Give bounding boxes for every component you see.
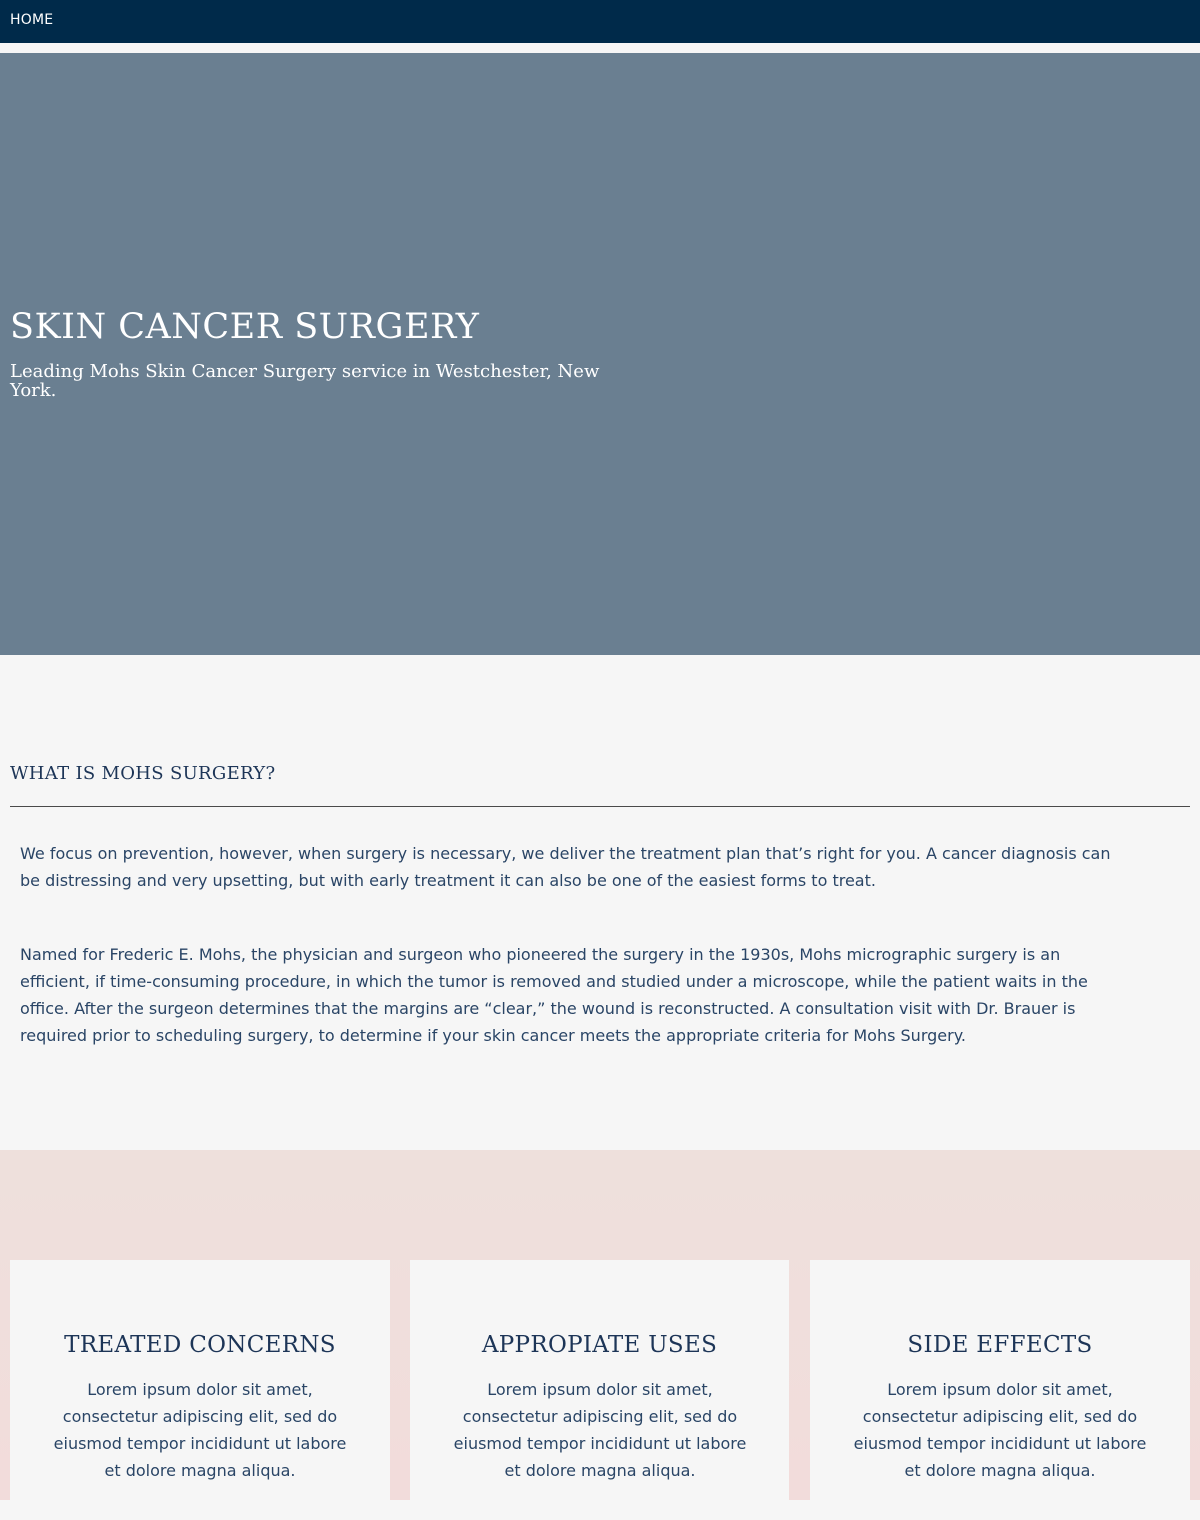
hero-banner: SKIN CANCER SURGERY Leading Mohs Skin Ca… xyxy=(0,53,1200,655)
card-side-effects: SIDE EFFECTS Lorem ipsum dolor sit amet,… xyxy=(810,1260,1190,1520)
card-title: APPROPIATE USES xyxy=(481,1332,718,1358)
section-heading: WHAT IS MOHS SURGERY? xyxy=(10,763,276,784)
card-treated-concerns: TREATED CONCERNS Lorem ipsum dolor sit a… xyxy=(10,1260,390,1520)
about-mohs-section: WHAT IS MOHS SURGERY? We focus on preven… xyxy=(0,655,1200,1150)
card-text: Lorem ipsum dolor sit amet, consectetur … xyxy=(853,1380,1147,1480)
card-text: Lorem ipsum dolor sit amet, consectetur … xyxy=(453,1380,747,1480)
card-appropiate-uses: APPROPIATE USES Lorem ipsum dolor sit am… xyxy=(410,1260,789,1520)
section-divider xyxy=(10,806,1190,807)
top-navigation-bar: HOME xyxy=(0,0,1200,43)
features-section: TREATED CONCERNS Lorem ipsum dolor sit a… xyxy=(0,1150,1200,1520)
nav-link-home[interactable]: HOME xyxy=(10,12,53,28)
card-text: Lorem ipsum dolor sit amet, consectetur … xyxy=(53,1380,347,1480)
intro-paragraph: We focus on prevention, however, when su… xyxy=(20,844,1111,890)
card-title: SIDE EFFECTS xyxy=(907,1332,1093,1358)
hero-title: SKIN CANCER SURGERY xyxy=(10,307,480,347)
mohs-description-paragraph: Named for Frederic E. Mohs, the physicia… xyxy=(20,945,1088,1045)
hero-subtitle: Leading Mohs Skin Cancer Surgery service… xyxy=(10,361,600,401)
card-title: TREATED CONCERNS xyxy=(64,1332,336,1358)
